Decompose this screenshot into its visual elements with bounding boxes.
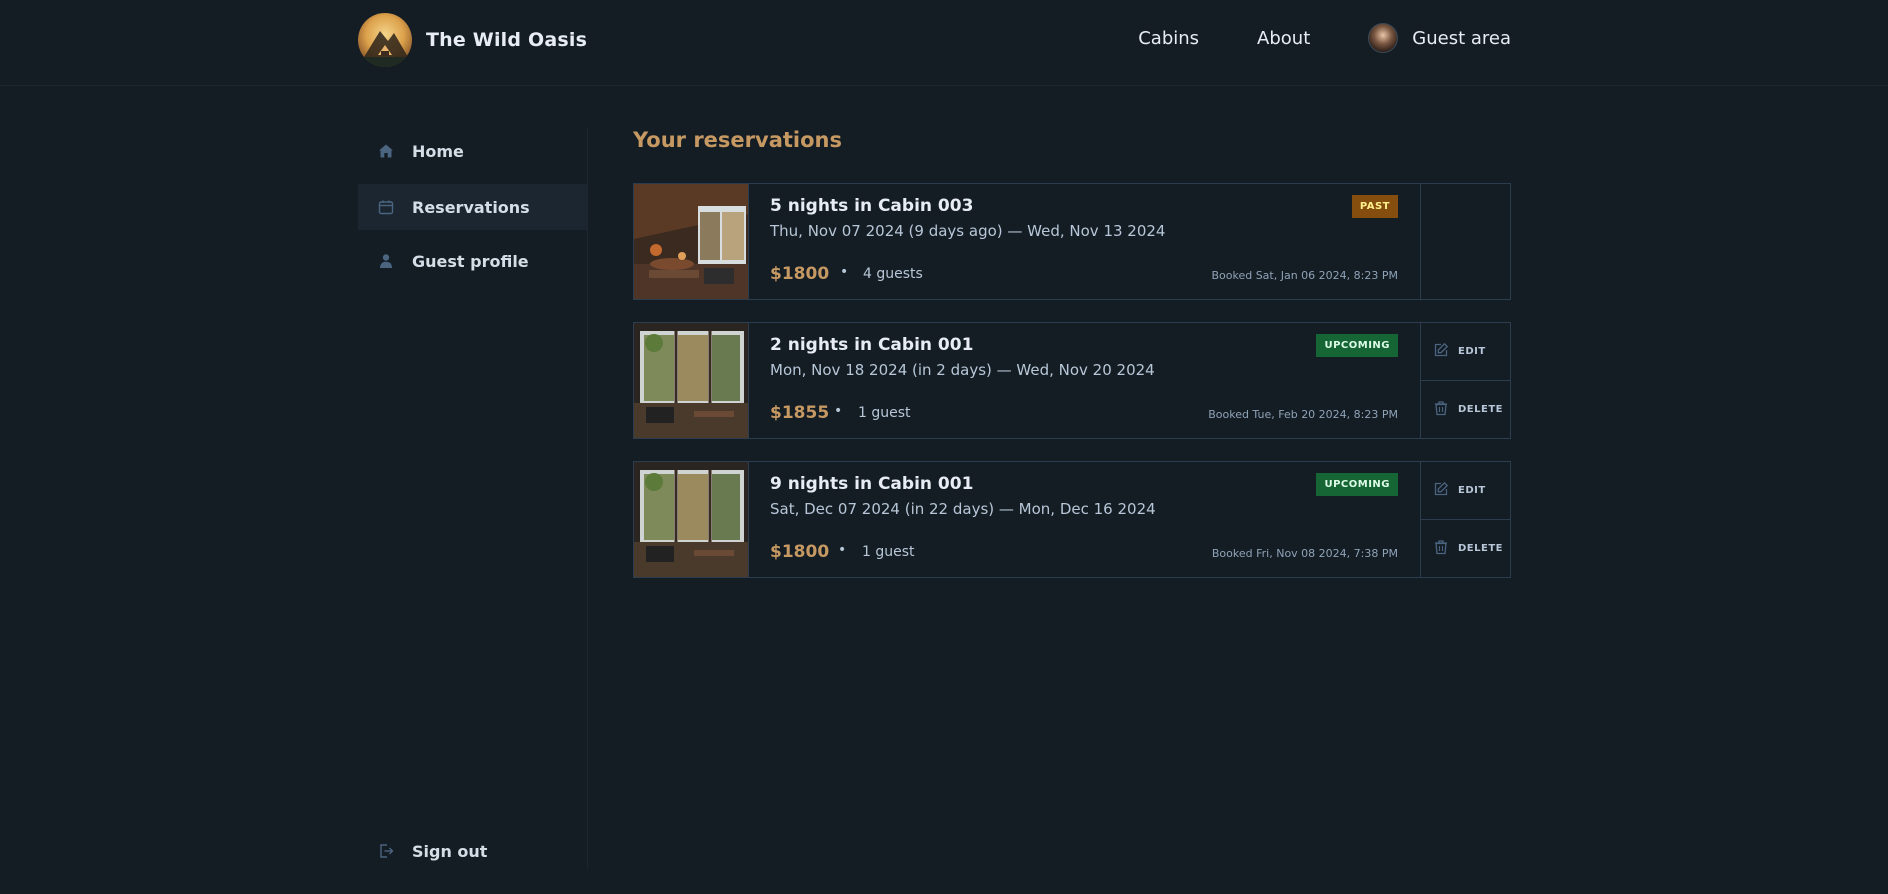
main-nav: Cabins About Guest area <box>1138 0 1511 76</box>
reservation-price: $1800 <box>770 264 830 284</box>
sidebar-item-label: Home <box>412 141 464 161</box>
brand-name[interactable]: The Wild Oasis <box>426 29 587 51</box>
calendar-icon <box>378 199 394 215</box>
reservation-actions: EDIT DELETE <box>1420 323 1510 438</box>
reservation-card: 9 nights in Cabin 001 Sat, Dec 07 2024 (… <box>633 461 1511 578</box>
reservation-dates: Mon, Nov 18 2024 (in 2 days) — Wed, Nov … <box>770 361 1155 379</box>
delete-button[interactable]: DELETE <box>1421 519 1510 577</box>
sidebar-item-guest-profile[interactable]: Guest profile <box>358 238 588 284</box>
status-badge: PAST <box>1351 195 1398 218</box>
reservation-actions: EDIT DELETE <box>1420 462 1510 577</box>
reservation-title: 9 nights in Cabin 001 <box>770 474 974 494</box>
sign-out-icon <box>378 843 394 859</box>
edit-button[interactable]: EDIT <box>1421 323 1510 380</box>
reservation-guests: 1 guest <box>862 544 915 560</box>
brand-logo-link[interactable]: The Wild Oasis <box>358 13 587 67</box>
reservation-details: 2 nights in Cabin 001 Mon, Nov 18 2024 (… <box>749 323 1420 438</box>
separator-dot: • <box>838 542 847 558</box>
nav-about[interactable]: About <box>1257 28 1310 49</box>
reservation-booked-date: Booked Sat, Jan 06 2024, 8:23 PM <box>1211 269 1398 282</box>
sidebar-item-reservations[interactable]: Reservations <box>358 184 588 230</box>
sidebar-item-label: Guest profile <box>412 251 529 271</box>
reservation-booked-date: Booked Fri, Nov 08 2024, 7:38 PM <box>1211 547 1398 560</box>
sidebar-item-label: Reservations <box>412 197 530 217</box>
reservation-title: 2 nights in Cabin 001 <box>770 335 974 355</box>
user-icon <box>378 253 394 269</box>
site-header: The Wild Oasis Cabins About Guest area <box>0 0 1888 86</box>
nav-cabins[interactable]: Cabins <box>1138 28 1199 49</box>
account-sidebar: Home Reservations Guest profile Sign out <box>358 128 588 869</box>
reservation-title: 5 nights in Cabin 003 <box>770 196 974 216</box>
page-title: Your reservations <box>633 128 842 152</box>
delete-button[interactable]: DELETE <box>1421 380 1510 438</box>
pencil-icon <box>1433 342 1449 361</box>
trash-icon <box>1433 400 1449 419</box>
reservation-guests: 1 guest <box>858 405 911 421</box>
reservation-card: 2 nights in Cabin 001 Mon, Nov 18 2024 (… <box>633 322 1511 439</box>
reservation-dates: Sat, Dec 07 2024 (in 22 days) — Mon, Dec… <box>770 500 1156 518</box>
reservation-dates: Thu, Nov 07 2024 (9 days ago) — Wed, Nov… <box>770 222 1166 240</box>
cabin-image <box>634 184 749 299</box>
sidebar-item-home[interactable]: Home <box>358 128 588 174</box>
logo-icon <box>358 13 412 67</box>
reservation-booked-date: Booked Tue, Feb 20 2024, 8:23 PM <box>1208 408 1398 421</box>
separator-dot: • <box>840 264 849 280</box>
edit-label: EDIT <box>1458 346 1486 357</box>
reservation-card: 5 nights in Cabin 003 Thu, Nov 07 2024 (… <box>633 183 1511 300</box>
reservation-details: 9 nights in Cabin 001 Sat, Dec 07 2024 (… <box>749 462 1420 577</box>
nav-guest-area-label: Guest area <box>1412 27 1511 49</box>
delete-label: DELETE <box>1458 543 1503 554</box>
reservation-actions <box>1420 184 1510 299</box>
edit-button[interactable]: EDIT <box>1421 462 1510 519</box>
edit-label: EDIT <box>1458 485 1486 496</box>
cabin-image <box>634 462 749 577</box>
status-badge: UPCOMING <box>1316 473 1398 496</box>
sign-out-label: Sign out <box>412 841 488 861</box>
nav-guest-area[interactable]: Guest area <box>1368 23 1511 53</box>
reservation-price: $1800 <box>770 542 830 562</box>
reservation-details: 5 nights in Cabin 003 Thu, Nov 07 2024 (… <box>749 184 1420 299</box>
avatar <box>1368 23 1399 53</box>
status-badge: UPCOMING <box>1316 334 1398 357</box>
delete-label: DELETE <box>1458 404 1503 415</box>
separator-dot: • <box>834 403 843 419</box>
reservation-guests: 4 guests <box>863 266 923 282</box>
reservation-price: $1855 <box>770 403 830 423</box>
home-icon <box>378 143 394 159</box>
trash-icon <box>1433 539 1449 558</box>
cabin-image <box>634 323 749 438</box>
sign-out-button[interactable]: Sign out <box>358 831 588 871</box>
pencil-icon <box>1433 481 1449 500</box>
